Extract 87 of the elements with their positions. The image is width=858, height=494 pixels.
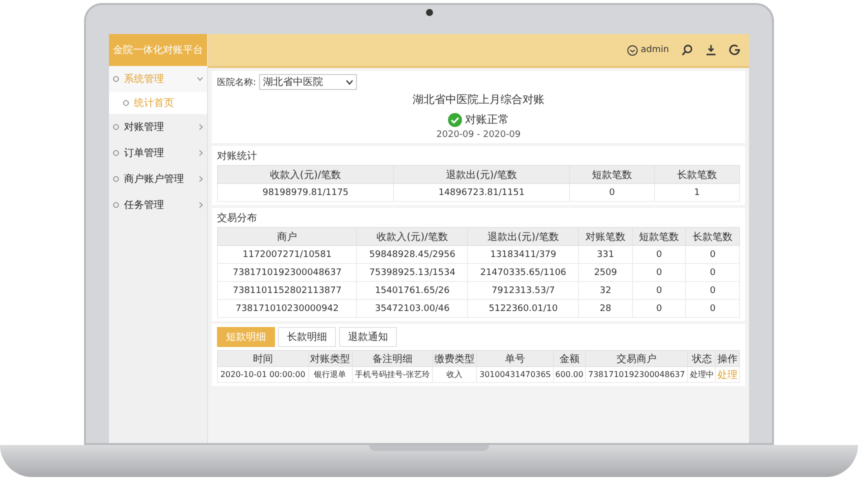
sidebar-item[interactable]: 任务管理 [109,192,207,218]
table-cell: 手机号码挂号-张艺玲 [352,366,433,382]
table-cell: 32 [578,282,632,300]
column-header: 缴费类型 [432,350,477,366]
sidebar-item[interactable]: 对账管理 [109,114,207,140]
user-name[interactable]: admin [640,45,669,55]
camera-icon [426,9,432,16]
column-header: 备注明细 [352,350,433,366]
table-cell: 0 [686,282,740,300]
table-cell: 0 [686,300,740,318]
tab[interactable]: 退款通知 [339,327,397,347]
table-cell: 0 [632,282,686,300]
table-cell: 13183411/379 [468,246,579,264]
report-title: 湖北省中医院上月综合对账 [412,92,544,107]
circle-icon [113,124,119,130]
table-cell: 0 [632,300,686,318]
chevron-right-icon [199,150,203,156]
table-cell: 1172007271/10581 [218,246,357,264]
column-header: 金额 [553,350,586,366]
table-cell: 1 [654,184,740,202]
table-cell: 7381710192300048637 [585,366,688,382]
app-title: 金院一体化对账平台 [109,34,207,66]
table-cell: 15401761.65/26 [356,282,468,300]
table-cell: 0 [686,264,740,282]
table-cell: 59848928.45/2956 [356,246,468,264]
column-header: 状态 [688,350,716,366]
column-header: 退款出(元)/笔数 [394,166,570,184]
table-cell: 5122360.01/10 [468,300,579,318]
caret-icon [346,80,354,84]
table-cell: 738171010230000942 [218,300,357,318]
table-cell: 7381101152802113877 [218,282,357,300]
table-cell: 331 [578,246,632,264]
column-header: 操作 [716,350,740,366]
column-header: 长款笔数 [686,228,740,246]
table-cell: 0 [686,246,740,264]
column-header: 交易商户 [585,350,688,366]
chevron-right-icon [199,124,203,130]
column-header: 商户 [218,228,357,246]
table-cell: 7381710192300048637 [218,264,357,282]
search-icon[interactable] [681,44,693,56]
section-title: 交易分布 [217,212,258,225]
sidebar-item[interactable]: 订单管理 [109,140,207,166]
filter-label: 医院名称: [217,76,256,88]
table-cell: 0 [632,246,686,264]
table-cell: 收入 [432,366,477,382]
column-header: 对账类型 [308,350,352,366]
tab[interactable]: 长款明细 [278,327,336,347]
table-cell: 2509 [578,264,632,282]
circle-icon [113,76,119,82]
table-cell: 21470335.65/1106 [468,264,579,282]
sidebar-item[interactable]: 商户账户管理 [109,166,207,192]
section-title: 对账统计 [217,150,258,163]
column-header: 收款入(元)/笔数 [218,166,394,184]
subitem-label: 统计首页 [134,96,174,110]
column-header: 对账笔数 [578,228,632,246]
table-cell: 0 [632,264,686,282]
table-cell: 0 [570,184,654,202]
circle-icon [113,150,119,156]
circle-icon [113,176,119,182]
column-header: 单号 [476,350,554,366]
user-icon [626,44,638,56]
table-cell: 28 [578,300,632,318]
period-text: 2020-09 - 2020-09 [436,130,521,140]
column-header: 长款笔数 [654,166,740,184]
chevron-right-icon [199,176,203,182]
table-cell: 14896723.81/1151 [394,184,570,202]
column-header: 短款笔数 [570,166,654,184]
chevron-right-icon [199,202,203,208]
chevron-down-icon [197,77,203,81]
column-header: 时间 [218,350,308,366]
table-cell: 75398925.13/1534 [356,264,468,282]
table-cell: 98198979.81/1175 [218,184,394,202]
circle-icon [123,100,129,106]
column-header: 收款入(元)/笔数 [356,228,468,246]
table-cell: 处理中 [688,366,716,382]
circle-icon [113,202,119,208]
table-cell: 35472103.00/46 [356,300,468,318]
table-cell: 2020-10-01 00:00:00 [218,366,308,382]
table-cell: 600.00 [553,366,586,382]
column-header: 退款出(元)/笔数 [468,228,579,246]
table-cell: 7912313.53/7 [468,282,579,300]
table-cell: 银行退单 [308,366,352,382]
download-icon[interactable] [705,44,717,56]
hospital-select[interactable]: 湖北省中医院 [259,74,358,90]
column-header: 短款笔数 [632,228,686,246]
table-cell: 3010043147036S [476,366,554,382]
status-text: 对账正常 [465,112,509,127]
